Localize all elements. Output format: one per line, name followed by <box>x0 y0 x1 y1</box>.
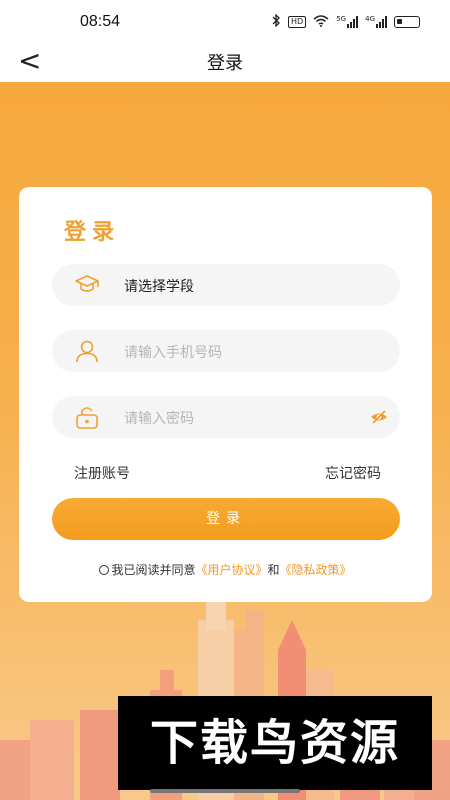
status-bar: 08:54 HD 5G 4G <box>0 0 450 44</box>
school-stage-selector[interactable]: 请选择学段 <box>52 264 400 306</box>
card-title: 登录 <box>64 220 121 245</box>
agreement-and: 和 <box>267 563 280 577</box>
agreement-text: 我已阅读并同意 <box>111 563 196 577</box>
battery-icon <box>394 16 420 28</box>
eye-hidden-icon[interactable] <box>370 408 388 426</box>
status-icons: HD 5G 4G <box>271 13 420 30</box>
login-card: 登录 请选择学段 请输入手机号码 请输入密码 注册账号 忘记密码 登录 我已阅读… <box>19 187 432 602</box>
phone-placeholder: 请输入手机号码 <box>124 345 222 361</box>
forgot-password-link[interactable]: 忘记密码 <box>325 463 381 483</box>
watermark-banner: 下载鸟资源 <box>118 696 432 790</box>
agreement-radio[interactable] <box>99 565 110 575</box>
password-placeholder: 请输入密码 <box>124 411 194 427</box>
phone-input[interactable]: 请输入手机号码 <box>52 330 400 372</box>
user-agreement-link[interactable]: 《用户协议》 <box>195 563 267 577</box>
wifi-icon <box>313 14 329 30</box>
login-button[interactable]: 登录 <box>52 498 400 540</box>
bluetooth-icon <box>271 13 281 30</box>
school-stage-value: 请选择学段 <box>124 279 194 295</box>
privacy-policy-link[interactable]: 《隐私政策》 <box>280 563 352 577</box>
password-input[interactable]: 请输入密码 <box>52 396 400 438</box>
home-indicator <box>150 789 300 793</box>
page-title: 登录 <box>207 53 243 74</box>
4g-signal-icon: 4G <box>365 16 387 28</box>
register-link[interactable]: 注册账号 <box>74 463 130 483</box>
graduation-cap-icon <box>74 273 100 297</box>
user-icon <box>74 339 100 363</box>
agreement-row: 我已阅读并同意《用户协议》和《隐私政策》 <box>19 561 432 578</box>
status-time: 08:54 <box>80 13 121 30</box>
hd-icon: HD <box>288 16 307 28</box>
lock-icon <box>74 405 100 429</box>
5g-signal-icon: 5G <box>336 16 359 28</box>
nav-bar: < 登录 <box>0 44 450 82</box>
